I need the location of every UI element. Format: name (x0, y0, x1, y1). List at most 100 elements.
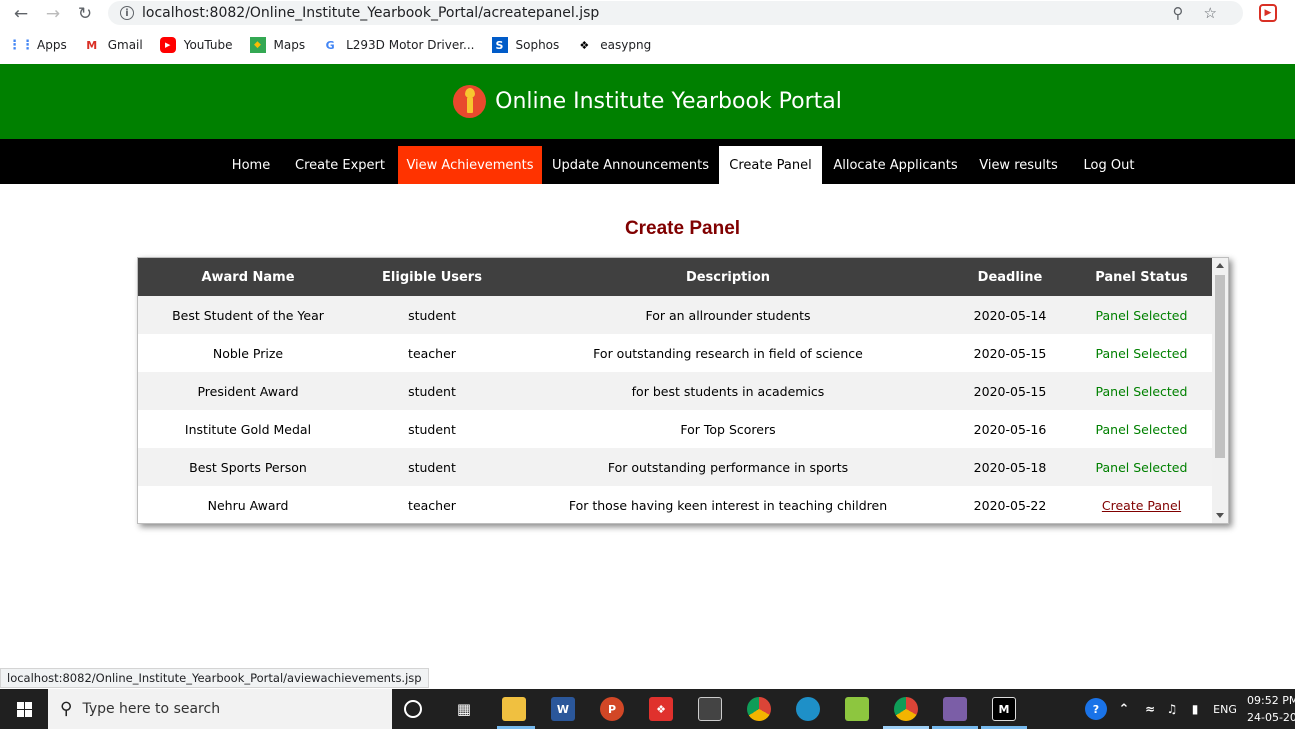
site-header: Online Institute Yearbook Portal (0, 64, 1295, 139)
site-title: Online Institute Yearbook Portal (495, 89, 842, 114)
nav-update-announcements[interactable]: Update Announcements (543, 146, 718, 184)
task-view-icon[interactable]: ▦ (452, 697, 476, 721)
easypng-icon: ❖ (579, 38, 590, 52)
column-header: Award Name (138, 258, 358, 296)
clock-date: 24-05-2020 (1247, 711, 1295, 724)
bookmark-label: Maps (273, 38, 306, 52)
nav-view-achievements[interactable]: View Achievements (398, 146, 542, 184)
address-url[interactable]: localhost:8082/Online_Institute_Yearbook… (142, 5, 599, 21)
powerpoint-icon[interactable]: P (600, 697, 624, 721)
create-panel-link[interactable]: Create Panel (1102, 498, 1181, 513)
column-header: Description (506, 258, 950, 296)
panel-status-cell: Panel Selected (1070, 296, 1213, 334)
zoom-icon[interactable]: ⚲ (1173, 4, 1184, 22)
description-cell: For Top Scorers (680, 421, 776, 437)
sophos-taskbar-icon[interactable] (796, 697, 820, 721)
chrome-active-icon[interactable] (894, 697, 918, 721)
column-header: Eligible Users (358, 258, 506, 296)
table-row: Institute Gold Medal student For Top Sco… (138, 410, 1213, 448)
address-bar[interactable]: i localhost:8082/Online_Institute_Yearbo… (108, 1, 1243, 25)
panel-status-cell: Panel Selected (1070, 372, 1213, 410)
bookmarks-bar: ⋮⋮ Apps M Gmail ▶ YouTube ◆ Maps G L293D… (0, 32, 1295, 58)
file-explorer-icon[interactable] (502, 697, 526, 721)
table-row: Nehru Award teacher For those having kee… (138, 486, 1213, 523)
help-icon[interactable]: ? (1085, 698, 1107, 720)
bookmark-label: Sophos (515, 38, 560, 52)
scroll-up-arrow-icon[interactable] (1216, 263, 1224, 268)
bookmark-l293d[interactable]: G L293D Motor Driver... (322, 37, 475, 53)
bookmark-youtube[interactable]: ▶ YouTube (159, 37, 233, 53)
nav-create-expert[interactable]: Create Expert (285, 146, 395, 184)
anydesk-icon[interactable]: ❖ (649, 697, 673, 721)
tray-chevron-up-icon[interactable]: ⌃ (1112, 697, 1136, 721)
battery-icon[interactable]: ▮ (1183, 697, 1207, 721)
bookmark-label: L293D Motor Driver... (346, 38, 475, 52)
nav-view-results[interactable]: View results (968, 146, 1069, 184)
bookmark-easypng[interactable]: ❖ easypng (576, 37, 651, 53)
eligible-users-cell: student (408, 421, 456, 437)
nav-allocate-applicants[interactable]: Allocate Applicants (824, 146, 967, 184)
deadline-cell: 2020-05-14 (950, 296, 1070, 334)
language-indicator[interactable]: ENG (1211, 697, 1239, 721)
panel-status-cell: Create Panel (1070, 486, 1213, 523)
virtualbox-icon[interactable] (943, 697, 967, 721)
table-header-row: Award Name Eligible Users Description De… (138, 258, 1213, 296)
windows-start-icon[interactable] (0, 689, 48, 729)
back-arrow-icon[interactable]: ← (5, 0, 37, 27)
browser-toolbar: ← → ↻ i localhost:8082/Online_Institute_… (0, 0, 1295, 27)
bookmark-apps[interactable]: ⋮⋮ Apps (8, 37, 67, 53)
nav-create-panel[interactable]: Create Panel (719, 146, 822, 184)
scroll-down-arrow-icon[interactable] (1216, 513, 1224, 518)
panel-status-cell: Panel Selected (1070, 448, 1213, 486)
bookmark-label: Apps (37, 38, 67, 52)
google-icon: G (325, 38, 335, 52)
column-header: Panel Status (1070, 258, 1213, 296)
award-name-cell: Best Student of the Year (138, 296, 358, 334)
eligible-users-cell: student (358, 372, 506, 410)
word-icon[interactable]: W (551, 697, 575, 721)
panel-status-cell: Panel Selected (1095, 421, 1188, 437)
chrome-icon[interactable] (747, 697, 771, 721)
bookmark-sophos[interactable]: S Sophos (491, 37, 560, 53)
column-header: Deadline (950, 258, 1070, 296)
forward-arrow-icon[interactable]: → (37, 0, 69, 27)
maps-icon: ◆ (249, 37, 266, 53)
award-name-cell: Noble Prize (212, 345, 284, 361)
eligible-users-cell: student (358, 296, 506, 334)
mobaxterm-icon[interactable]: M (992, 697, 1016, 721)
bookmark-label: YouTube (183, 38, 233, 52)
reload-icon[interactable]: ↻ (69, 0, 101, 27)
cortana-icon[interactable] (404, 700, 422, 718)
nav-log-out[interactable]: Log Out (1071, 146, 1147, 184)
eligible-users-cell: student (358, 448, 506, 486)
table-row: Best Student of the Year student For an … (138, 296, 1213, 334)
snipping-tool-icon[interactable] (698, 697, 722, 721)
table-row: Best Sports Person student For outstandi… (138, 448, 1213, 486)
bookmark-star-icon[interactable]: ☆ (1204, 4, 1217, 22)
notepad-icon[interactable] (845, 697, 869, 721)
taskbar-clock[interactable]: 09:52 PM 24-05-2020 (1247, 692, 1295, 726)
description-cell: For those having keen interest in teachi… (568, 497, 888, 513)
awards-table-container: Award Name Eligible Users Description De… (137, 257, 1229, 524)
awards-table: Award Name Eligible Users Description De… (138, 258, 1213, 523)
deadline-cell: 2020-05-22 (973, 497, 1047, 513)
volume-icon[interactable]: ♫ (1160, 697, 1184, 721)
table-row: Noble Prize teacher For outstanding rese… (138, 334, 1213, 372)
award-name-cell: President Award (138, 372, 358, 410)
bookmark-maps[interactable]: ◆ Maps (249, 37, 306, 53)
scroll-thumb[interactable] (1215, 275, 1225, 458)
panel-status-cell: Panel Selected (1095, 345, 1188, 361)
award-name-cell: Best Sports Person (138, 448, 358, 486)
bookmark-gmail[interactable]: M Gmail (84, 37, 143, 53)
eligible-users-cell: teacher (408, 497, 456, 513)
extension-icon[interactable]: ▶ (1259, 4, 1277, 22)
nav-home[interactable]: Home (219, 146, 283, 184)
info-icon[interactable]: i (120, 6, 134, 20)
taskbar-search-placeholder: Type here to search (82, 701, 221, 717)
search-icon: ⚲ (60, 699, 73, 719)
taskbar-search-box[interactable]: ⚲ Type here to search (48, 689, 392, 729)
torch-logo-icon (453, 85, 487, 118)
table-scrollbar[interactable] (1212, 258, 1228, 523)
wifi-icon[interactable]: ≈ (1138, 697, 1162, 721)
deadline-cell: 2020-05-18 (950, 448, 1070, 486)
